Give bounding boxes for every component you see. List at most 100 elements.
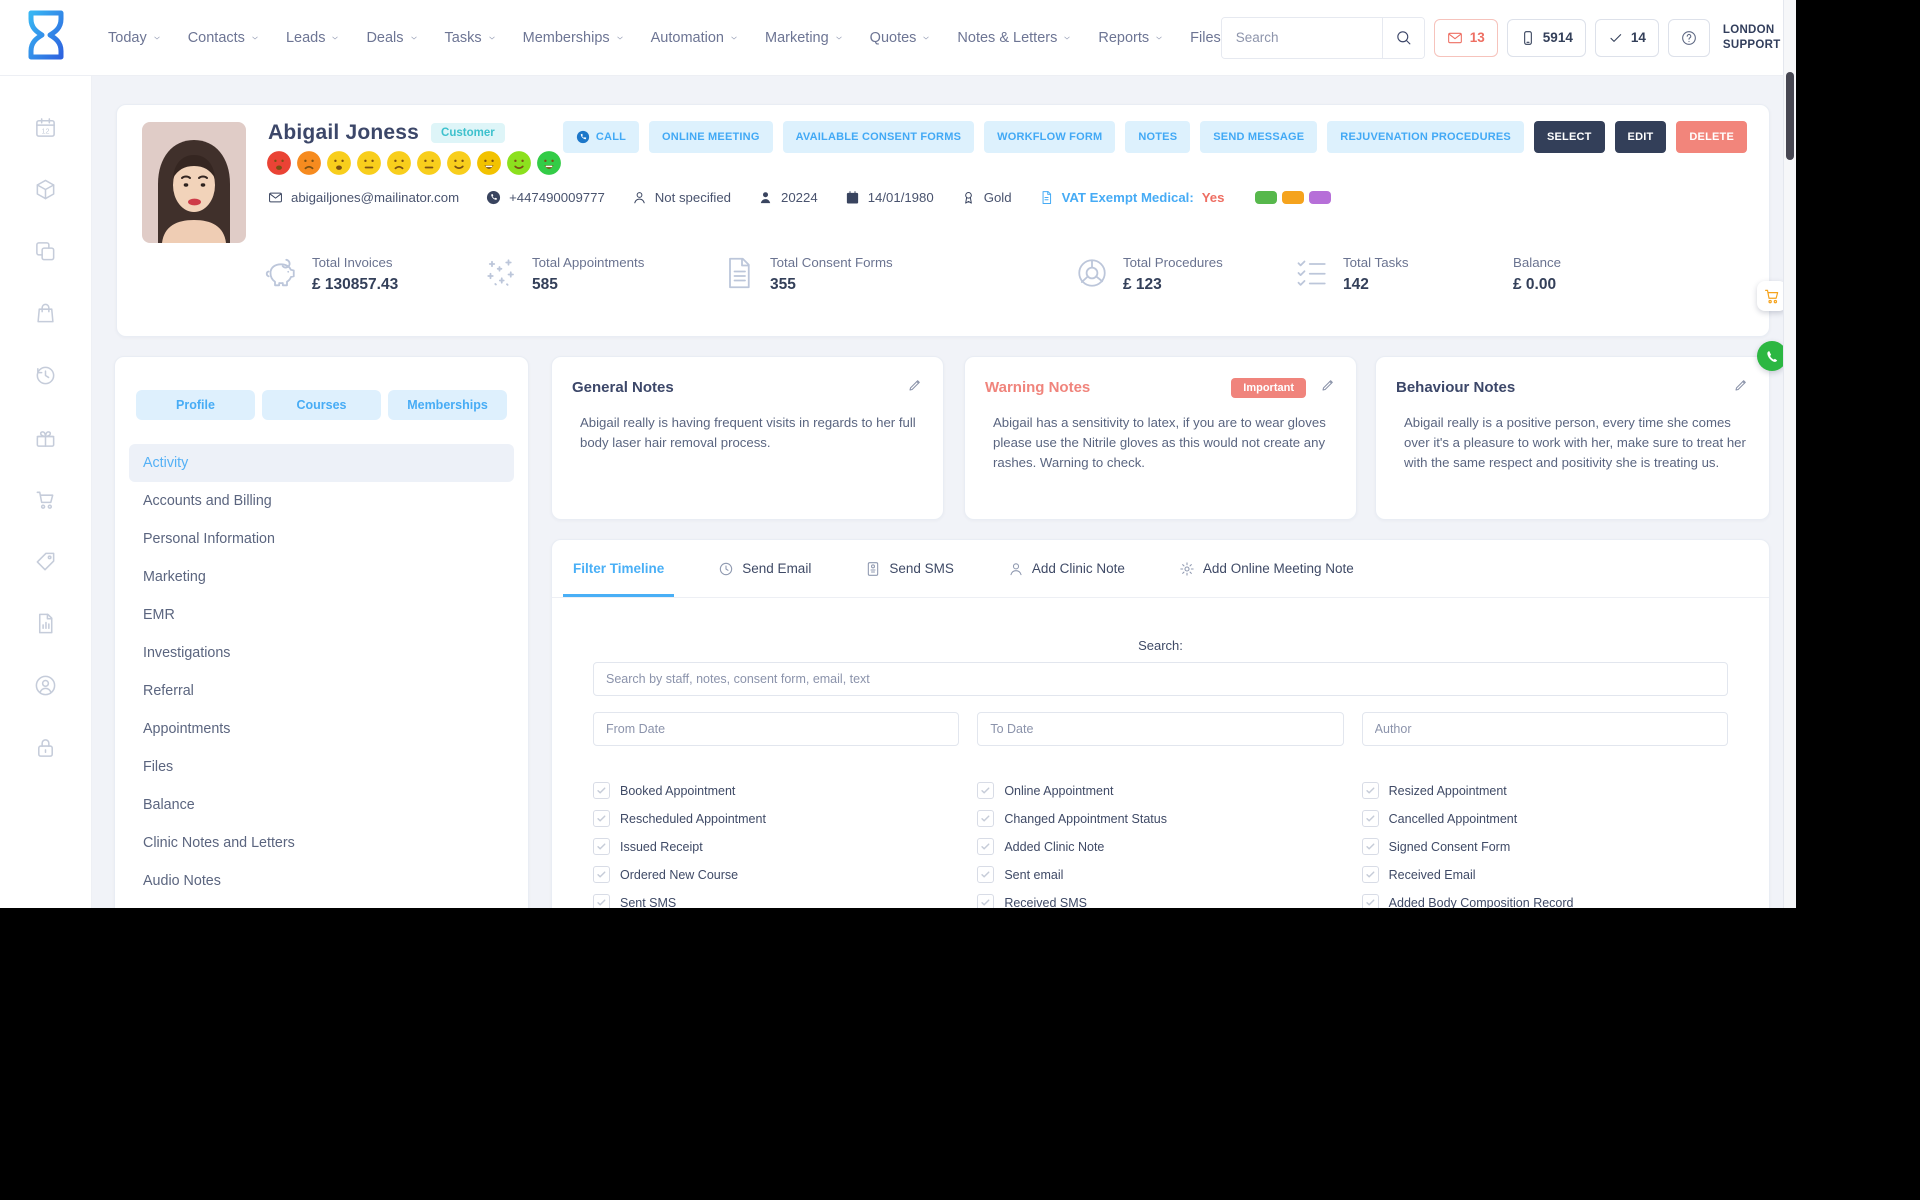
- timeline-tab-add-clinic-note[interactable]: Add Clinic Note: [998, 540, 1135, 597]
- rail-cart-button[interactable]: [34, 488, 57, 516]
- sidebar-item-appointments[interactable]: Appointments: [129, 710, 514, 748]
- nav-deals[interactable]: Deals: [366, 30, 418, 46]
- edit-button[interactable]: EDIT: [1614, 121, 1667, 153]
- timeline-tab-send-sms[interactable]: Send SMS: [855, 540, 964, 597]
- checkbox[interactable]: [977, 894, 995, 908]
- nav-tasks[interactable]: Tasks: [445, 30, 497, 46]
- select-button[interactable]: SELECT: [1533, 121, 1605, 153]
- checkbox[interactable]: [1361, 810, 1379, 827]
- scrollbar-thumb[interactable]: [1786, 72, 1794, 160]
- sms-badge[interactable]: 5914: [1506, 18, 1586, 57]
- filter-to-date-input[interactable]: [977, 712, 1344, 746]
- sidebar-tab-memberships[interactable]: Memberships: [388, 390, 507, 420]
- checkbox[interactable]: [977, 838, 995, 855]
- rail-shopping-bag-button[interactable]: [34, 302, 57, 330]
- sidebar-item-files[interactable]: Files: [129, 748, 514, 786]
- checkbox[interactable]: [977, 866, 995, 883]
- sidebar-item-investigations[interactable]: Investigations: [129, 634, 514, 672]
- mood-emoji-9[interactable]: [506, 150, 532, 176]
- rejuvenation-procedures-button[interactable]: REJUVENATION PROCEDURES: [1327, 121, 1524, 153]
- checkbox[interactable]: [1361, 866, 1379, 883]
- nav-contacts[interactable]: Contacts: [188, 30, 260, 46]
- mood-emoji-1[interactable]: [266, 150, 292, 176]
- global-search-input[interactable]: [1221, 17, 1382, 58]
- app-logo[interactable]: [24, 10, 68, 66]
- timeline-tab-add-online-meeting-note[interactable]: Add Online Meeting Note: [1169, 540, 1364, 597]
- nav-notes-letters[interactable]: Notes & Letters: [957, 30, 1072, 46]
- delete-button[interactable]: DELETE: [1676, 121, 1747, 153]
- contact-text: +447490009777: [509, 190, 605, 205]
- label-pill[interactable]: [1282, 191, 1305, 204]
- nav-leads[interactable]: Leads: [286, 30, 341, 46]
- checkbox[interactable]: [1361, 894, 1379, 908]
- sidebar-tab-courses[interactable]: Courses: [262, 390, 381, 420]
- tasks-badge[interactable]: 14: [1594, 18, 1659, 57]
- rail-calendar-button[interactable]: 12: [34, 116, 57, 144]
- scrollbar[interactable]: [1783, 0, 1796, 908]
- sidebar-tab-profile[interactable]: Profile: [136, 390, 255, 420]
- label-pill[interactable]: [1309, 191, 1332, 204]
- mood-emoji-4[interactable]: [356, 150, 382, 176]
- checkbox[interactable]: [593, 894, 610, 908]
- checkbox[interactable]: [1361, 838, 1379, 855]
- checkbox[interactable]: [593, 838, 610, 855]
- sidebar-item-personal-information[interactable]: Personal Information: [129, 520, 514, 558]
- timeline-tab-send-email[interactable]: Send Email: [708, 540, 821, 597]
- mood-emoji-3[interactable]: [326, 150, 352, 176]
- edit-note-button[interactable]: [1733, 377, 1749, 398]
- profile-photo[interactable]: [142, 122, 246, 243]
- sidebar-item-audio-notes[interactable]: Audio Notes: [129, 862, 514, 900]
- label-pill[interactable]: [1255, 191, 1278, 204]
- nav-files[interactable]: Files: [1190, 30, 1221, 46]
- sidebar-item-marketing[interactable]: Marketing: [129, 558, 514, 596]
- rail-history-button[interactable]: [34, 364, 57, 392]
- rail-copy-button[interactable]: [34, 240, 57, 268]
- help-button[interactable]: [1667, 18, 1710, 57]
- nav-reports[interactable]: Reports: [1098, 30, 1164, 46]
- sidebar-item-emr[interactable]: EMR: [129, 596, 514, 634]
- online-meeting-button[interactable]: ONLINE MEETING: [649, 121, 773, 153]
- sidebar-item-balance[interactable]: Balance: [129, 786, 514, 824]
- checkbox[interactable]: [1361, 782, 1379, 799]
- send-message-button[interactable]: SEND MESSAGE: [1200, 121, 1318, 153]
- sidebar-item-accounts-and-billing[interactable]: Accounts and Billing: [129, 482, 514, 520]
- available-consent-forms-button[interactable]: AVAILABLE CONSENT FORMS: [782, 121, 975, 153]
- filter-author-input[interactable]: [1361, 712, 1728, 746]
- rail-report-button[interactable]: [34, 612, 57, 640]
- nav-memberships[interactable]: Memberships: [523, 30, 625, 46]
- nav-quotes[interactable]: Quotes: [870, 30, 932, 46]
- mood-emoji-5[interactable]: [386, 150, 412, 176]
- mood-emoji-10[interactable]: [536, 150, 562, 176]
- nav-automation[interactable]: Automation: [651, 30, 739, 46]
- rail-package-button[interactable]: [34, 178, 57, 206]
- sidebar-item-referral[interactable]: Referral: [129, 672, 514, 710]
- checkbox[interactable]: [977, 810, 995, 827]
- search-button[interactable]: [1381, 17, 1424, 58]
- nav-today[interactable]: Today: [108, 30, 162, 46]
- edit-note-button[interactable]: [907, 377, 923, 398]
- rail-user-circle-button[interactable]: [34, 674, 57, 702]
- checkbox[interactable]: [593, 782, 610, 799]
- call-button[interactable]: CALL: [562, 121, 640, 153]
- checkbox[interactable]: [977, 782, 995, 799]
- nav-marketing[interactable]: Marketing: [765, 30, 844, 46]
- rail-gift-button[interactable]: [34, 426, 57, 454]
- timeline-search-input[interactable]: [593, 662, 1728, 696]
- edit-note-button[interactable]: [1320, 377, 1336, 398]
- inbox-badge[interactable]: 13: [1433, 18, 1498, 57]
- mood-emoji-8[interactable]: [476, 150, 502, 176]
- button-label: REJUVENATION PROCEDURES: [1340, 131, 1511, 143]
- rail-lock-button[interactable]: [34, 736, 57, 764]
- notes-button[interactable]: NOTES: [1125, 121, 1191, 153]
- checkbox[interactable]: [593, 810, 610, 827]
- mood-emoji-2[interactable]: [296, 150, 322, 176]
- rail-tag-button[interactable]: [34, 550, 57, 578]
- sidebar-item-clinic-notes-and-letters[interactable]: Clinic Notes and Letters: [129, 824, 514, 862]
- filter-from-date-input[interactable]: [593, 712, 960, 746]
- sidebar-item-activity[interactable]: Activity: [129, 444, 514, 482]
- mood-emoji-6[interactable]: [416, 150, 442, 176]
- mood-emoji-7[interactable]: [446, 150, 472, 176]
- workflow-form-button[interactable]: WORKFLOW FORM: [984, 121, 1116, 153]
- timeline-tab-filter-timeline[interactable]: Filter Timeline: [563, 540, 674, 597]
- checkbox[interactable]: [593, 866, 610, 883]
